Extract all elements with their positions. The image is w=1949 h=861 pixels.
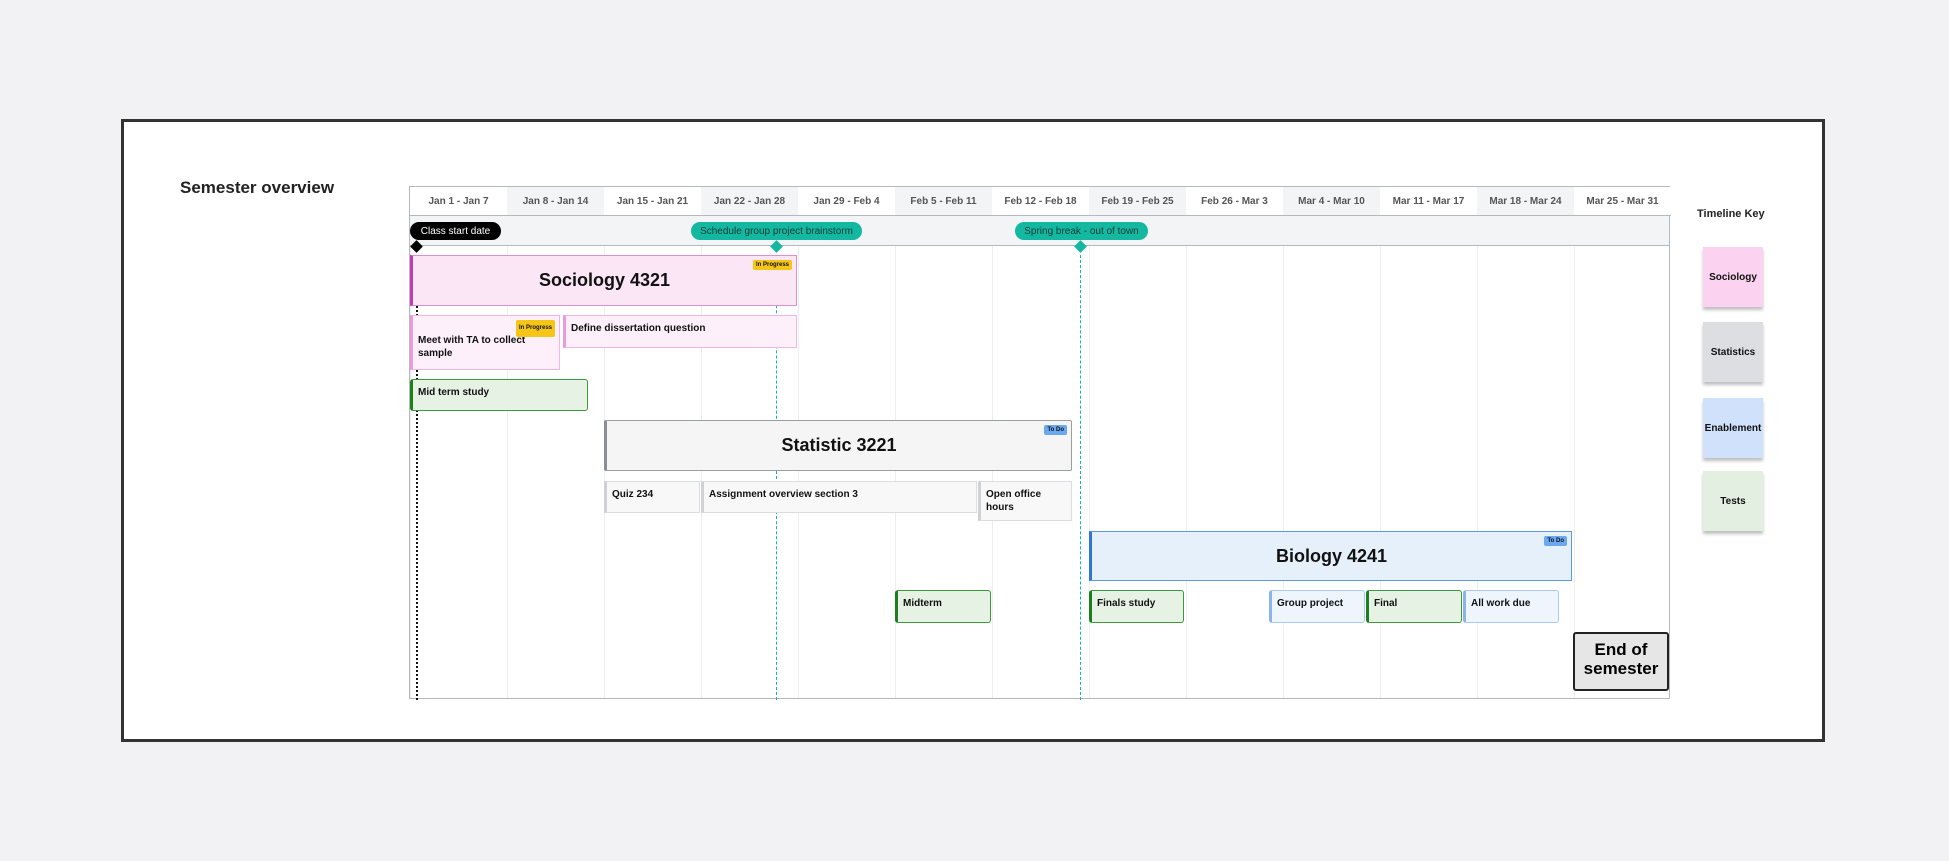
week-header: Jan 15 - Jan 21 [604,187,701,216]
week-header: Mar 18 - Mar 24 [1477,187,1574,216]
task-assignment-overview[interactable]: Assignment overview section 3 [701,481,977,513]
milestone-class-start[interactable]: Class start date [410,222,501,240]
task-final[interactable]: Final [1366,590,1462,623]
week-header: Feb 19 - Feb 25 [1089,187,1186,216]
week-header: Jan 8 - Jan 14 [507,187,604,216]
timeline-key-title: Timeline Key [1697,208,1765,220]
task-midterm[interactable]: Midterm [895,590,991,623]
task-meet-ta[interactable]: Meet with TA to collect sample In Progre… [410,315,560,370]
week-column [1574,187,1671,698]
page-title: Semester overview [180,178,335,197]
task-group-project[interactable]: Group project [1269,590,1365,623]
key-sociology[interactable]: Sociology [1703,247,1763,307]
week-header: Feb 12 - Feb 18 [992,187,1089,216]
biology-title: Biology 4241 [1275,545,1388,566]
milestone-brainstorm[interactable]: Schedule group project brainstorm [691,222,862,240]
statistics-title: Statistic 3221 [781,435,897,455]
week-header: Jan 22 - Jan 28 [701,187,798,216]
sociology-bar[interactable]: Sociology 4321 In Progress [410,255,797,306]
week-header: Jan 29 - Feb 4 [798,187,895,216]
week-header: Mar 25 - Mar 31 [1574,187,1671,216]
status-badge: In Progress [515,320,555,337]
spring-break-line [1080,255,1081,700]
biology-bar[interactable]: Biology 4241 To Do [1089,531,1572,581]
task-all-work-due[interactable]: All work due [1463,590,1559,623]
timeline-grid: Jan 1 - Jan 7 Jan 8 - Jan 14 Jan 15 - Jan … [409,186,1671,700]
key-tests[interactable]: Tests [1703,471,1763,531]
status-badge: To Do [1044,425,1067,435]
key-enablement[interactable]: Enablement [1703,398,1763,458]
week-header: Feb 5 - Feb 11 [895,187,992,216]
week-header: Feb 26 - Mar 3 [1186,187,1283,216]
end-of-semester-marker[interactable]: End of semester [1573,632,1669,691]
status-badge: In Progress [752,260,792,270]
task-finals-study[interactable]: Finals study [1089,590,1184,623]
key-statistics[interactable]: Statistics [1703,322,1763,382]
week-header: Mar 11 - Mar 17 [1380,187,1477,216]
task-office-hours[interactable]: Open office hours [978,481,1072,521]
milestone-spring-break[interactable]: Spring break - out of town [1015,222,1148,240]
week-header: Jan 1 - Jan 7 [410,187,507,216]
statistics-bar[interactable]: Statistic 3221 To Do [604,420,1072,471]
week-header: Mar 4 - Mar 10 [1283,187,1380,216]
status-badge: To Do [1544,536,1567,546]
task-label: Meet with TA to collect sample [418,335,526,359]
sociology-title: Sociology 4321 [538,270,671,290]
task-mid-term-study[interactable]: Mid term study [410,379,588,411]
task-quiz[interactable]: Quiz 234 [604,481,700,513]
task-define-question[interactable]: Define dissertation question [563,315,797,348]
